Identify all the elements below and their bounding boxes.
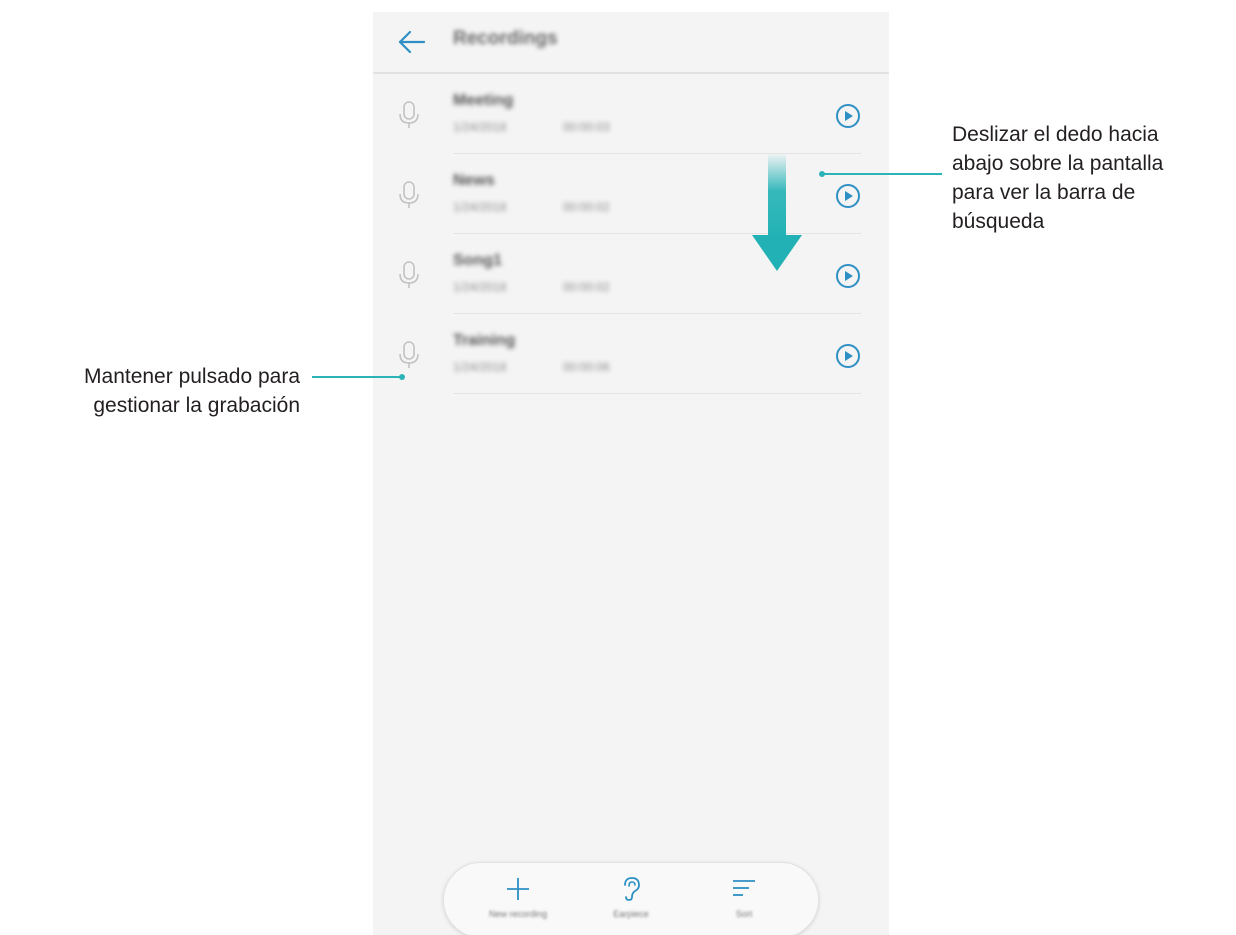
ear-icon bbox=[624, 877, 640, 901]
recording-item[interactable]: News 1/24/2018 00:00:02 bbox=[373, 154, 889, 234]
recordings-list: Meeting 1/24/2018 00:00:03 News 1/24/201… bbox=[373, 74, 889, 394]
play-icon[interactable] bbox=[835, 263, 861, 289]
recording-name: Training bbox=[453, 332, 516, 349]
arrow-left-icon[interactable] bbox=[395, 26, 429, 58]
sort-button[interactable]: Sort bbox=[694, 863, 794, 935]
recording-name: News bbox=[453, 172, 495, 189]
action-label: New recording bbox=[488, 909, 548, 919]
recording-date: 1/24/2018 bbox=[453, 280, 507, 294]
microphone-icon bbox=[399, 341, 419, 368]
recording-date: 1/24/2018 bbox=[453, 120, 507, 134]
bottom-action-bar: New recording Earpiece Sort bbox=[443, 862, 819, 935]
recording-name: Song1 bbox=[453, 252, 502, 269]
recording-duration: 00:00:06 bbox=[563, 360, 610, 374]
action-label: Earpiece bbox=[613, 909, 649, 919]
divider bbox=[453, 393, 861, 394]
recording-name: Meeting bbox=[453, 92, 514, 109]
recording-item[interactable]: Song1 1/24/2018 00:00:02 bbox=[373, 234, 889, 314]
play-icon[interactable] bbox=[835, 103, 861, 129]
recording-date: 1/24/2018 bbox=[453, 200, 507, 214]
recording-duration: 00:00:02 bbox=[563, 280, 610, 294]
recording-date: 1/24/2018 bbox=[453, 360, 507, 374]
recording-item[interactable]: Training 1/24/2018 00:00:06 bbox=[373, 314, 889, 394]
play-icon[interactable] bbox=[835, 183, 861, 209]
microphone-icon bbox=[399, 101, 419, 128]
swipe-down-callout: Deslizar el dedo hacia abajo sobre la pa… bbox=[952, 123, 1164, 233]
page-title: Recordings bbox=[453, 28, 558, 49]
play-icon[interactable] bbox=[835, 343, 861, 369]
recording-duration: 00:00:02 bbox=[563, 200, 610, 214]
swipe-down-arrow bbox=[752, 153, 802, 271]
new-recording-button[interactable]: New recording bbox=[468, 863, 568, 935]
action-label: Sort bbox=[735, 909, 753, 919]
recording-duration: 00:00:03 bbox=[563, 120, 610, 134]
earpiece-button[interactable]: Earpiece bbox=[581, 863, 681, 935]
recording-item[interactable]: Meeting 1/24/2018 00:00:03 bbox=[373, 74, 889, 154]
microphone-icon bbox=[399, 261, 419, 288]
sort-icon bbox=[733, 880, 755, 896]
long-press-callout: Mantener pulsado para gestionar la graba… bbox=[84, 365, 300, 417]
plus-icon bbox=[507, 878, 529, 900]
app-bar: Recordings bbox=[373, 12, 889, 74]
microphone-icon bbox=[399, 181, 419, 208]
phone-screen: Recordings Meeting 1/24/2018 00:00:03 Ne… bbox=[373, 12, 889, 935]
